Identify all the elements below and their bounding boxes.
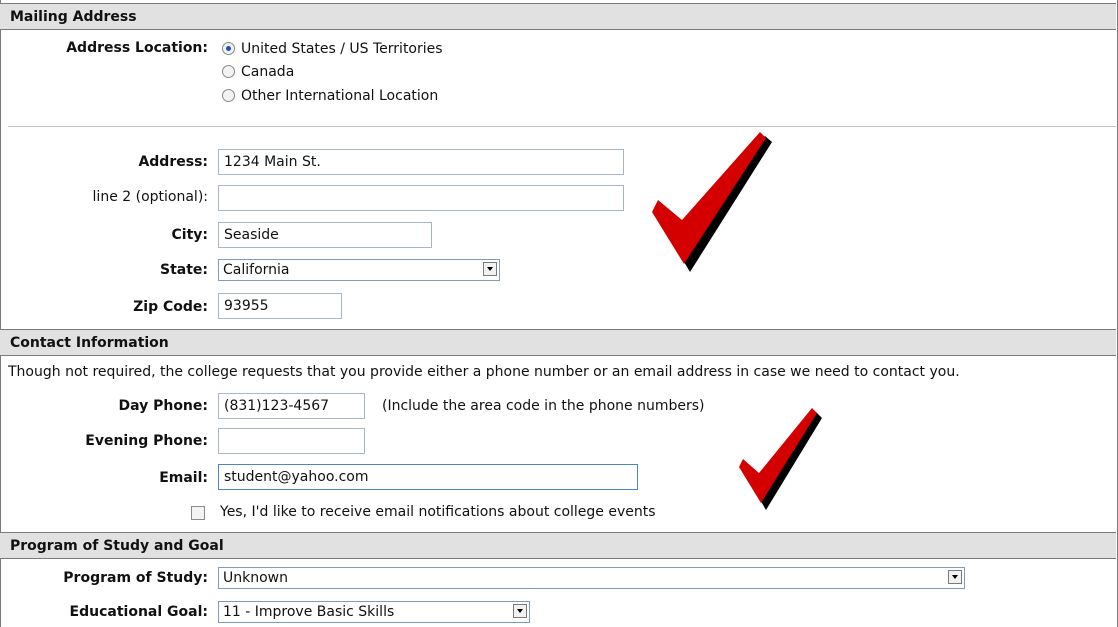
notify-checkbox[interactable]	[191, 506, 205, 520]
city-input[interactable]: Seaside	[218, 222, 432, 248]
section-header-mailing: Mailing Address	[0, 3, 1116, 30]
goal-select[interactable]: 11 - Improve Basic Skills	[218, 601, 530, 623]
program-select[interactable]: Unknown	[218, 567, 965, 589]
evening-phone-label: Evening Phone:	[85, 433, 208, 449]
goal-label: Educational Goal:	[69, 604, 208, 620]
radio-canada-label: Canada	[241, 64, 295, 80]
line2-input[interactable]	[218, 185, 624, 211]
state-label: State:	[159, 262, 208, 278]
radio-international-label: Other International Location	[241, 88, 439, 104]
section-header-contact: Contact Information	[0, 329, 1116, 356]
chevron-down-icon[interactable]	[483, 262, 497, 276]
radio-us[interactable]: United States / US Territories	[222, 38, 443, 60]
line2-label: line 2 (optional):	[92, 189, 208, 205]
divider	[8, 126, 1116, 127]
zip-label: Zip Code:	[133, 299, 208, 315]
radio-us-label: United States / US Territories	[241, 41, 443, 57]
email-input[interactable]: student@yahoo.com	[218, 464, 638, 490]
state-select-value: California	[223, 262, 290, 278]
email-label: Email:	[159, 470, 208, 486]
chevron-down-icon[interactable]	[513, 604, 527, 618]
day-phone-input[interactable]: (831)123-4567	[218, 393, 365, 419]
program-select-value: Unknown	[223, 570, 288, 586]
day-phone-label: Day Phone:	[118, 398, 208, 414]
city-label: City:	[171, 227, 209, 243]
state-select[interactable]: California	[218, 259, 500, 281]
contact-note: Though not required, the college request…	[8, 364, 960, 380]
checkmark-icon	[739, 408, 822, 510]
zip-input[interactable]: 93955	[218, 293, 342, 319]
radio-canada[interactable]: Canada	[222, 61, 294, 83]
address-location-label: Address Location:	[66, 40, 208, 56]
program-label: Program of Study:	[63, 570, 208, 586]
radio-us-button[interactable]	[222, 41, 235, 55]
section-header-program: Program of Study and Goal	[0, 532, 1116, 559]
radio-international[interactable]: Other International Location	[222, 85, 438, 107]
goal-select-value: 11 - Improve Basic Skills	[223, 604, 395, 620]
evening-phone-input[interactable]	[218, 428, 365, 454]
phone-hint: (Include the area code in the phone numb…	[382, 398, 705, 414]
address-input[interactable]: 1234 Main St.	[218, 149, 624, 175]
radio-canada-button[interactable]	[222, 64, 235, 78]
checkmark-icon	[652, 132, 772, 272]
radio-international-button[interactable]	[222, 88, 235, 102]
notify-label: Yes, I'd like to receive email notificat…	[220, 504, 656, 520]
address-label: Address:	[138, 154, 208, 170]
chevron-down-icon[interactable]	[948, 570, 962, 584]
